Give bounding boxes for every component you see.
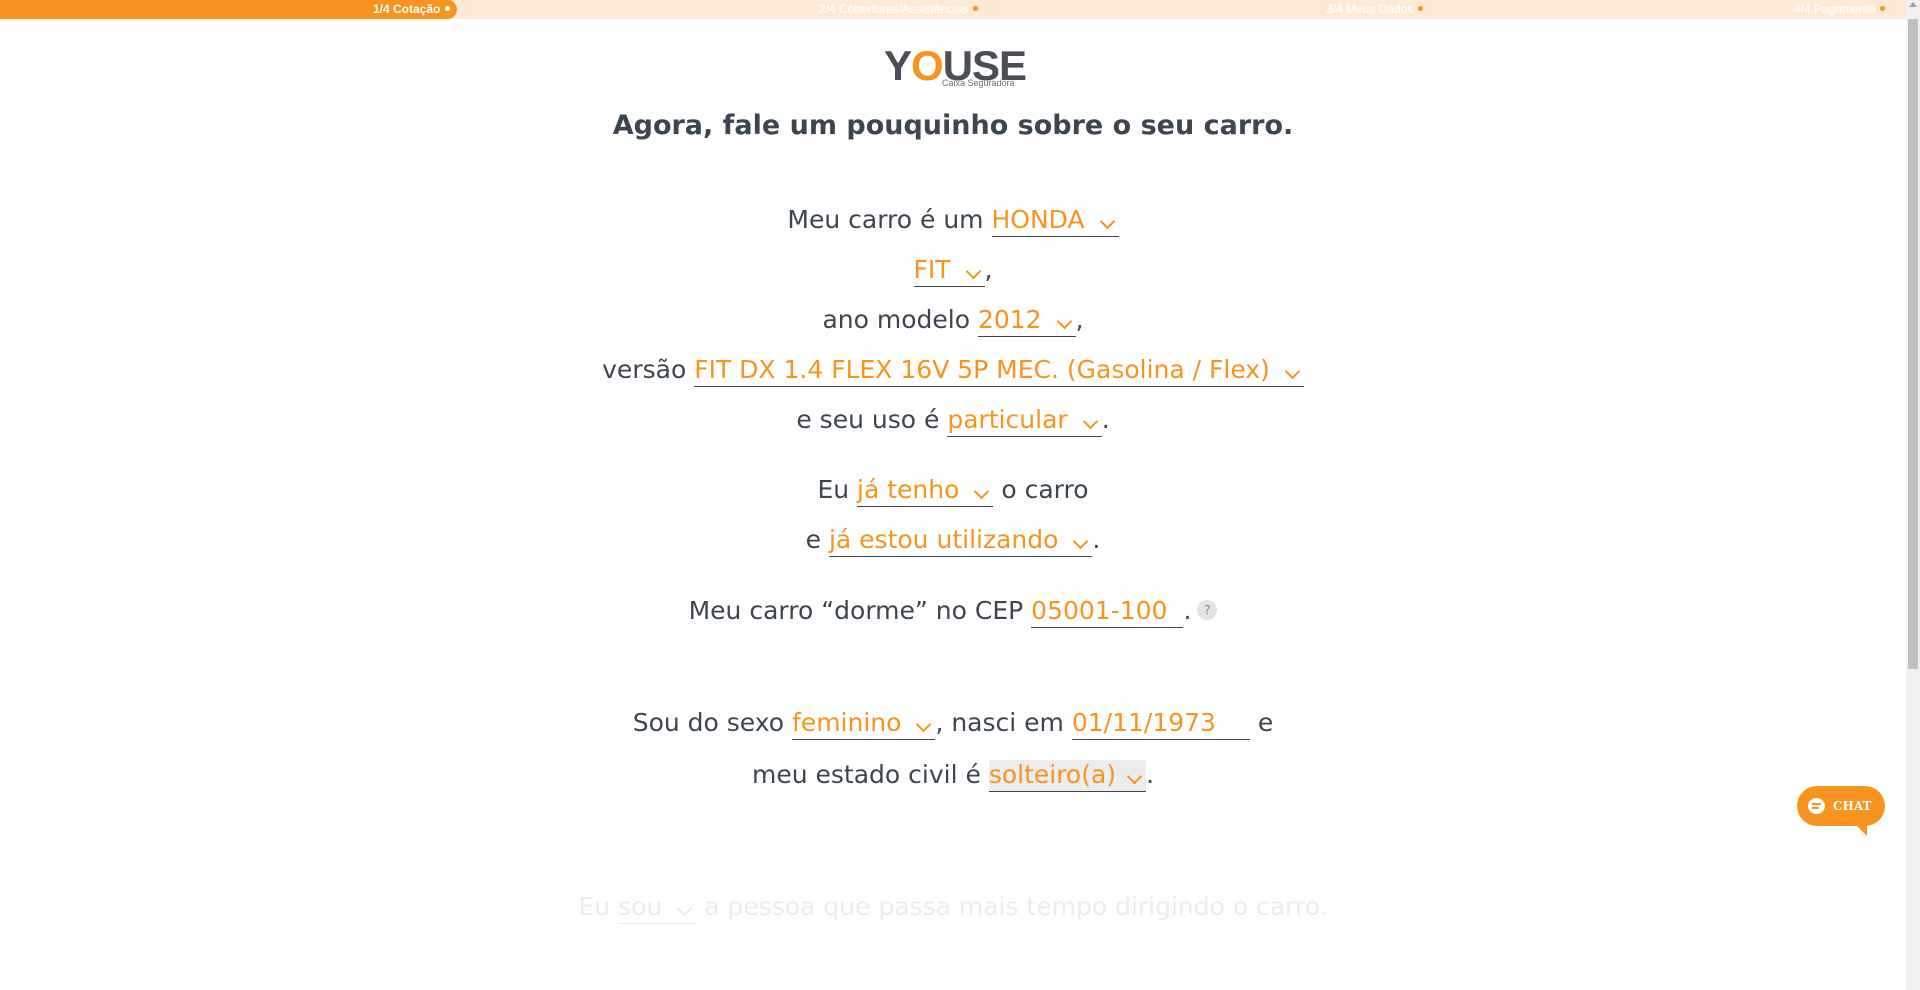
chevron-down-icon: [676, 900, 693, 917]
step-dot-icon: [1880, 6, 1886, 12]
cep-line: Meu carro “dorme” no CEP 05001-100.?: [0, 596, 1906, 628]
progress-bar: 1/4 Cotação 2/4 Coberturas/Assistências …: [0, 0, 1906, 19]
using-line: e já estou utilizando.: [0, 525, 1906, 557]
sex-birth-line: Sou do sexo feminino, nasci em 01/11/197…: [0, 708, 1906, 740]
chevron-down-icon: [1284, 363, 1301, 380]
chevron-down-icon: [916, 716, 932, 733]
chevron-down-icon: [1099, 213, 1115, 230]
chat-bubble-icon: [1808, 798, 1825, 814]
civil-status-select[interactable]: solteiro(a): [988, 760, 1147, 792]
own-select[interactable]: já tenho: [857, 475, 994, 507]
use-line: e seu uso é particular.: [0, 405, 1906, 437]
step-dot-icon: [445, 6, 451, 12]
step-dot-icon: [973, 6, 979, 12]
brand-line: Meu carro é um HONDA: [0, 205, 1906, 237]
step-dot-icon: [1418, 6, 1424, 12]
chevron-down-icon: [1082, 413, 1098, 430]
chevron-down-icon: [1056, 313, 1072, 330]
use-select[interactable]: particular: [947, 405, 1102, 437]
model-select[interactable]: FIT: [913, 255, 985, 287]
chevron-down-icon: [965, 263, 981, 280]
step-pagamento[interactable]: 4/4 Pagamento: [1794, 0, 1886, 19]
civil-line: meu estado civil é solteiro(a).: [0, 760, 1906, 792]
chat-button[interactable]: CHAT: [1797, 786, 1885, 836]
step-coberturas[interactable]: 2/4 Coberturas/Assistências: [819, 0, 979, 19]
youse-logo: YOUSE Caixa Seguradora: [884, 42, 1027, 89]
model-line: FIT,: [0, 255, 1906, 287]
scroll-up-arrow-icon[interactable]: [1909, 2, 1917, 7]
step-cotacao[interactable]: 1/4 Cotação: [373, 0, 451, 19]
version-line: versão FIT DX 1.4 FLEX 16V 5P MEC. (Gaso…: [0, 355, 1906, 387]
help-icon[interactable]: ?: [1197, 600, 1218, 620]
cep-input[interactable]: 05001-100: [1031, 596, 1184, 628]
year-select[interactable]: 2012: [977, 305, 1076, 337]
page-scrollbar[interactable]: [1906, 0, 1920, 990]
birthdate-input[interactable]: 01/11/1973: [1071, 708, 1250, 740]
using-select[interactable]: já estou utilizando: [828, 525, 1093, 557]
brand-select[interactable]: HONDA: [991, 205, 1119, 237]
driver-line: Eu sou a pessoa que passa mais tempo dir…: [0, 892, 1906, 924]
page-title: Agora, fale um pouquinho sobre o seu car…: [612, 110, 1294, 141]
step-meus-dados[interactable]: 3/4 Meus Dados: [1326, 0, 1424, 19]
chevron-down-icon: [974, 483, 990, 500]
main-driver-select[interactable]: sou: [618, 892, 697, 924]
chevron-down-icon: [1073, 533, 1089, 550]
scrollbar-thumb[interactable]: [1908, 19, 1918, 669]
year-line: ano modelo 2012,: [0, 305, 1906, 337]
logo-tagline: Caixa Seguradora: [942, 78, 1015, 88]
chevron-down-icon: [1126, 768, 1143, 785]
version-select[interactable]: FIT DX 1.4 FLEX 16V 5P MEC. (Gasolina / …: [694, 355, 1304, 387]
own-line: Eu já tenho o carro: [0, 475, 1906, 507]
sex-select[interactable]: feminino: [792, 708, 936, 740]
